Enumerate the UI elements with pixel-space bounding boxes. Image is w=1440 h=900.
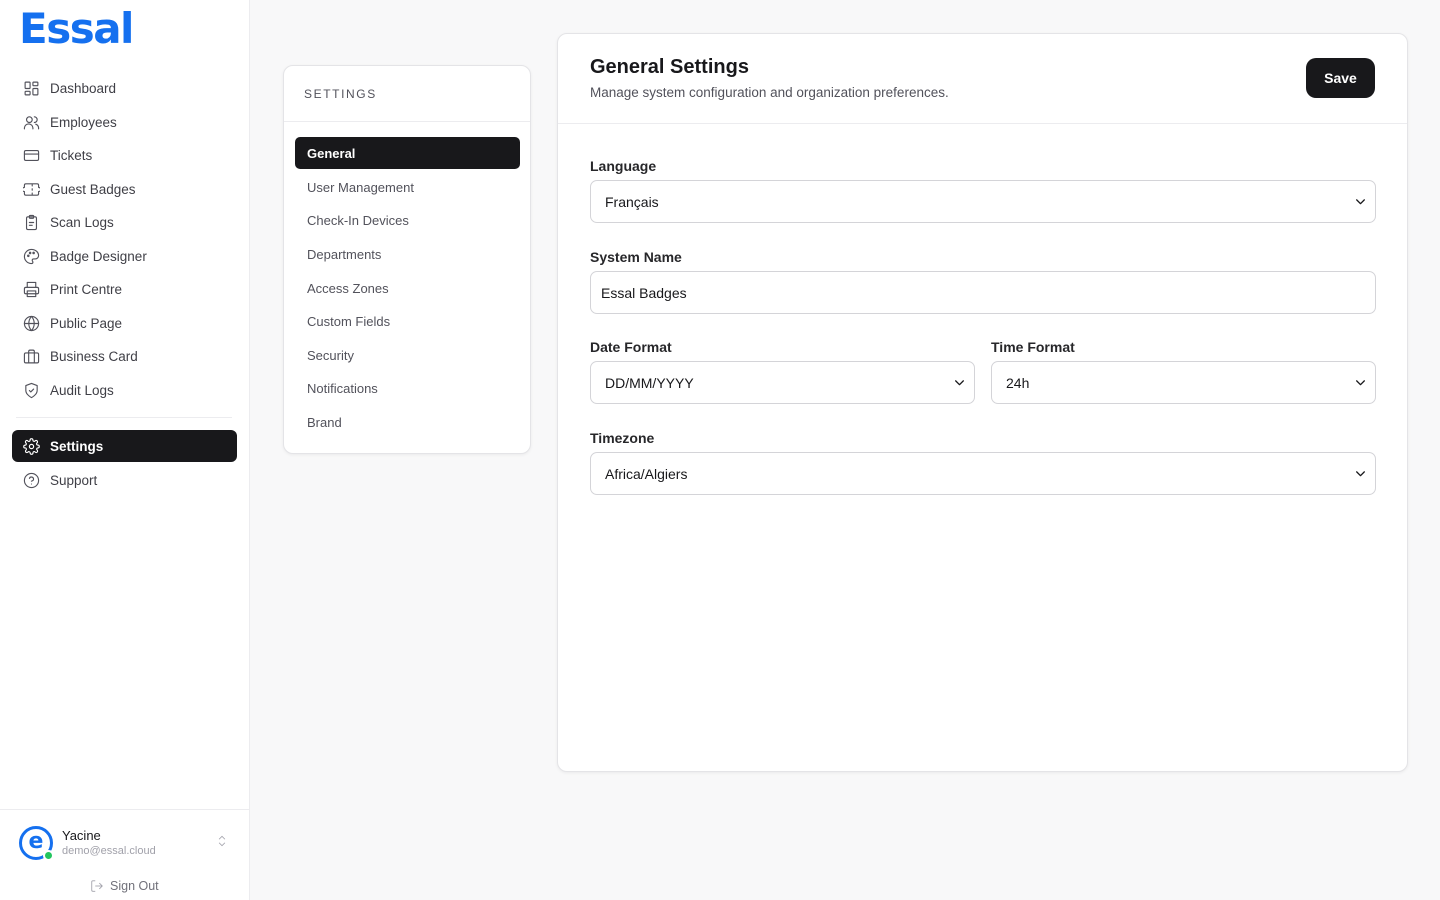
sidebar-item-label: Settings xyxy=(50,438,104,454)
help-circle-icon xyxy=(23,472,40,489)
sidebar-item-badge-designer[interactable]: Badge Designer xyxy=(12,240,237,274)
settings-nav-heading: SETTINGS xyxy=(284,66,530,122)
shield-check-icon xyxy=(23,382,40,399)
settings-nav-item-user-management[interactable]: User Management xyxy=(295,171,520,205)
app-logo[interactable]: Essal xyxy=(19,6,134,52)
logout-icon xyxy=(91,880,103,892)
sidebar-item-label: Employees xyxy=(50,114,117,130)
sidebar-divider xyxy=(16,417,232,418)
language-label: Language xyxy=(590,158,657,174)
date-format-label: Date Format xyxy=(590,339,672,355)
sidebar-item-guest-badges[interactable]: Guest Badges xyxy=(12,173,237,207)
save-button[interactable]: Save xyxy=(1306,58,1375,98)
sidebar-item-support[interactable]: Support xyxy=(12,464,237,498)
settings-nav-item-notifications[interactable]: Notifications xyxy=(295,372,520,406)
clipboard-icon xyxy=(23,214,40,231)
sidebar-item-business-card[interactable]: Business Card xyxy=(12,340,237,374)
sidebar-item-label: Public Page xyxy=(50,315,123,331)
sidebar-nav: Dashboard Employees Tickets Guest Badges… xyxy=(12,72,237,407)
sidebar-item-scan-logs[interactable]: Scan Logs xyxy=(12,206,237,240)
sidebar-item-label: Print Centre xyxy=(50,282,123,298)
sidebar-item-label: Badge Designer xyxy=(50,248,147,264)
sidebar-item-tickets[interactable]: Tickets xyxy=(12,139,237,173)
palette-icon xyxy=(23,248,40,265)
settings-nav-item-custom-fields[interactable]: Custom Fields xyxy=(295,305,520,339)
timezone-value: Africa/Algiers xyxy=(605,465,688,482)
user-profile[interactable]: e Yacine demo@essal.cloud Sign Out xyxy=(0,809,249,900)
sidebar-item-label: Tickets xyxy=(50,148,93,164)
settings-nav-item-access-zones[interactable]: Access Zones xyxy=(295,271,520,305)
badge-icon xyxy=(23,181,40,198)
chevron-down-icon xyxy=(953,376,966,389)
settings-nav-item-general[interactable]: General xyxy=(295,137,520,169)
page-subtitle: Manage system configuration and organiza… xyxy=(590,85,949,100)
sidebar-item-label: Business Card xyxy=(50,349,138,365)
sidebar-item-settings[interactable]: Settings xyxy=(12,430,237,462)
system-name-input[interactable]: Essal Badges xyxy=(590,271,1376,314)
settings-nav-item-security[interactable]: Security xyxy=(295,339,520,373)
settings-nav-item-brand[interactable]: Brand xyxy=(295,406,520,440)
printer-icon xyxy=(23,281,40,298)
sidebar-item-employees[interactable]: Employees xyxy=(12,106,237,140)
settings-nav: SETTINGS General User Management Check-I… xyxy=(283,65,531,454)
date-format-value: DD/MM/YYYY xyxy=(605,374,694,391)
sidebar-item-print-centre[interactable]: Print Centre xyxy=(12,273,237,307)
dashboard-icon xyxy=(23,80,40,97)
settings-nav-list: General User Management Check-In Devices… xyxy=(295,137,520,439)
sidebar-item-label: Dashboard xyxy=(50,81,117,97)
language-select[interactable]: Français xyxy=(590,180,1376,223)
online-status-dot xyxy=(43,850,54,861)
globe-icon xyxy=(23,315,40,332)
gear-icon xyxy=(23,437,40,455)
time-format-select[interactable]: 24h xyxy=(991,361,1376,404)
language-value: Français xyxy=(605,193,659,210)
sidebar-item-audit-logs[interactable]: Audit Logs xyxy=(12,374,237,408)
sidebar-bottom-nav: Settings Support xyxy=(12,430,237,498)
settings-nav-item-check-in-devices[interactable]: Check-In Devices xyxy=(295,204,520,238)
ticket-icon xyxy=(23,147,40,164)
settings-nav-item-departments[interactable]: Departments xyxy=(295,238,520,272)
general-settings-panel: General Settings Manage system configura… xyxy=(557,33,1408,772)
time-format-value: 24h xyxy=(1006,374,1030,391)
sidebar-item-label: Audit Logs xyxy=(50,382,114,398)
briefcase-icon xyxy=(23,348,40,365)
time-format-label: Time Format xyxy=(991,339,1075,355)
sidebar-item-label: Scan Logs xyxy=(50,215,114,231)
sign-out-button[interactable]: Sign Out xyxy=(90,879,159,893)
sidebar-item-public-page[interactable]: Public Page xyxy=(12,307,237,341)
timezone-label: Timezone xyxy=(590,430,655,446)
date-format-select[interactable]: DD/MM/YYYY xyxy=(590,361,975,404)
sidebar: Essal Dashboard Employees Tickets Guest … xyxy=(0,0,250,900)
avatar-letter: e xyxy=(28,828,44,854)
system-name-value: Essal Badges xyxy=(601,284,687,301)
sign-out-label: Sign Out xyxy=(110,879,159,893)
sidebar-item-label: Support xyxy=(50,473,98,489)
chevron-down-icon xyxy=(1354,467,1367,480)
timezone-select[interactable]: Africa/Algiers xyxy=(590,452,1376,495)
system-name-label: System Name xyxy=(590,249,682,265)
user-name: Yacine xyxy=(62,828,101,843)
chevrons-up-down-icon[interactable] xyxy=(215,834,229,848)
chevron-down-icon xyxy=(1354,376,1367,389)
chevron-down-icon xyxy=(1354,195,1367,208)
user-email: demo@essal.cloud xyxy=(62,845,156,857)
panel-header: General Settings Manage system configura… xyxy=(558,34,1407,124)
sidebar-item-label: Guest Badges xyxy=(50,181,136,197)
page-title: General Settings xyxy=(590,56,749,78)
sidebar-item-dashboard[interactable]: Dashboard xyxy=(12,72,237,106)
users-icon xyxy=(23,114,40,131)
